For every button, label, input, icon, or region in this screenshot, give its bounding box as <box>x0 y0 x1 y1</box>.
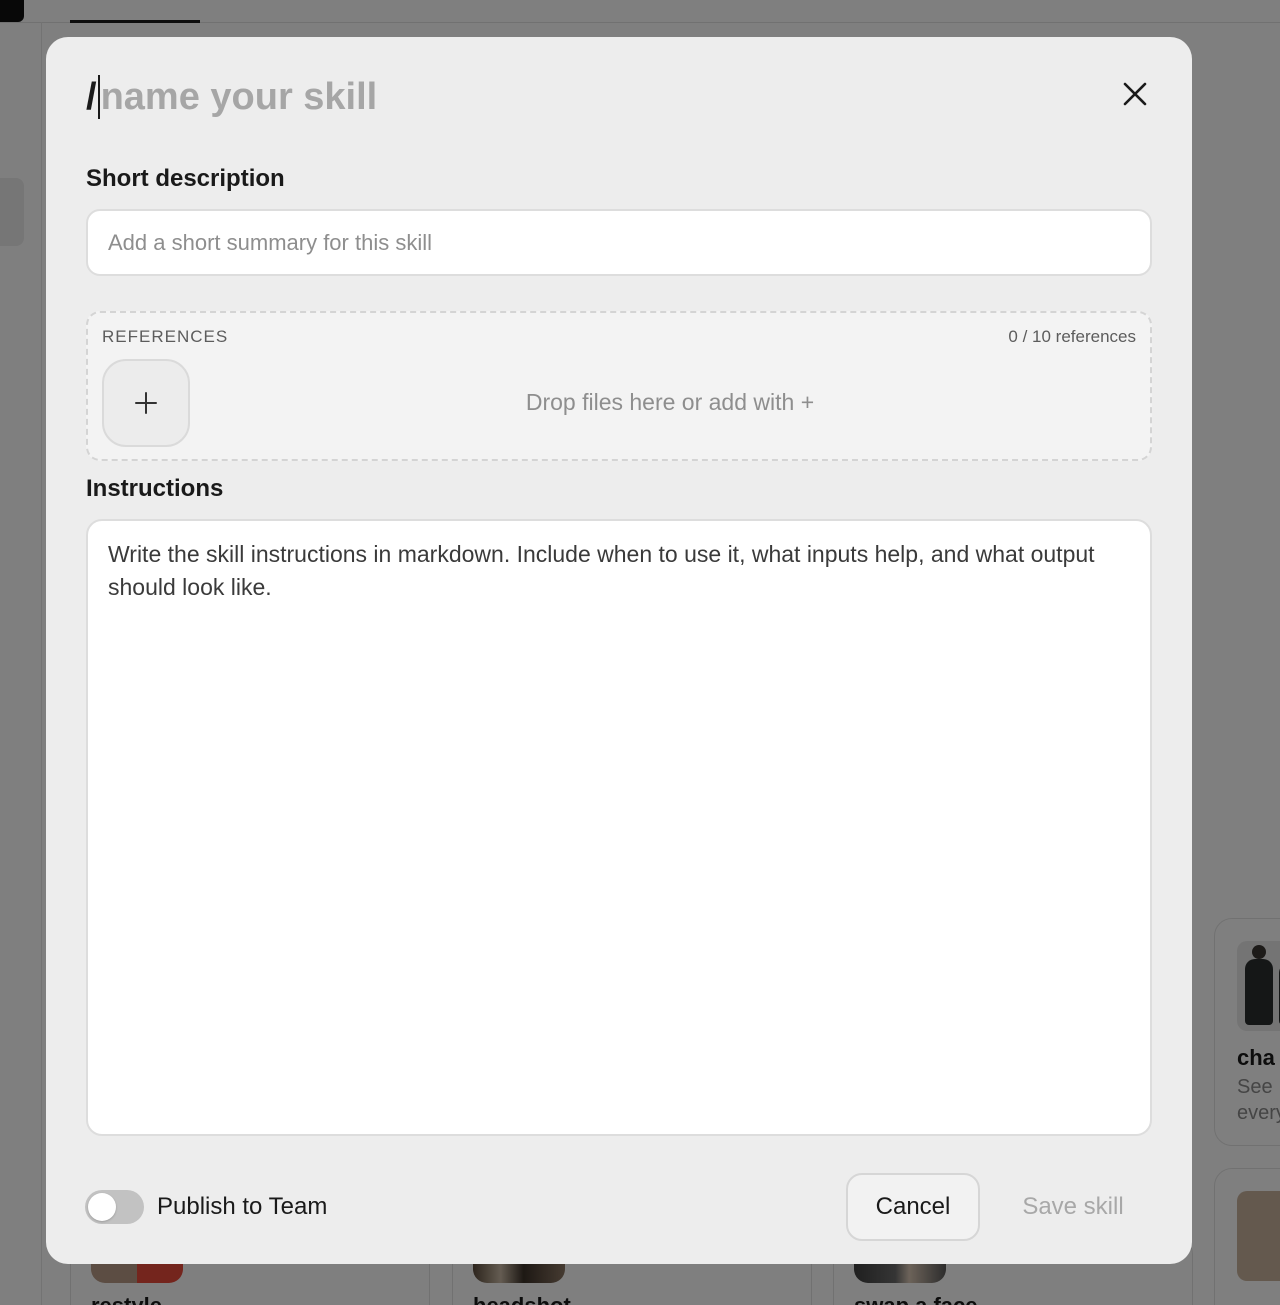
text-caret <box>97 75 100 119</box>
references-dropzone[interactable]: REFERENCES 0 / 10 references Drop files … <box>86 311 1152 461</box>
publish-to-team-toggle[interactable] <box>85 1190 144 1224</box>
skill-name-prefix: / <box>86 76 97 118</box>
toggle-knob <box>88 1193 116 1221</box>
short-description-label: Short description <box>86 165 285 192</box>
instructions-label: Instructions <box>86 475 224 502</box>
cancel-button[interactable]: Cancel <box>846 1173 980 1241</box>
references-title: REFERENCES <box>102 327 229 346</box>
skill-name-input[interactable] <box>100 73 701 121</box>
instructions-editor[interactable] <box>86 519 1152 1136</box>
plus-icon <box>135 392 157 414</box>
references-count: 0 / 10 references <box>1008 327 1136 346</box>
close-icon <box>1123 82 1147 106</box>
close-button[interactable] <box>1118 77 1152 111</box>
create-skill-dialog: / Short description REFERENCES 0 / 10 re… <box>46 37 1192 1264</box>
save-skill-button[interactable]: Save skill <box>996 1173 1150 1241</box>
add-reference-button[interactable] <box>102 359 190 447</box>
short-description-input[interactable] <box>86 209 1152 276</box>
publish-to-team-label: Publish to Team <box>157 1193 328 1220</box>
skill-name-row: / <box>86 73 701 121</box>
drop-files-hint: Drop files here or add with + <box>525 389 815 415</box>
